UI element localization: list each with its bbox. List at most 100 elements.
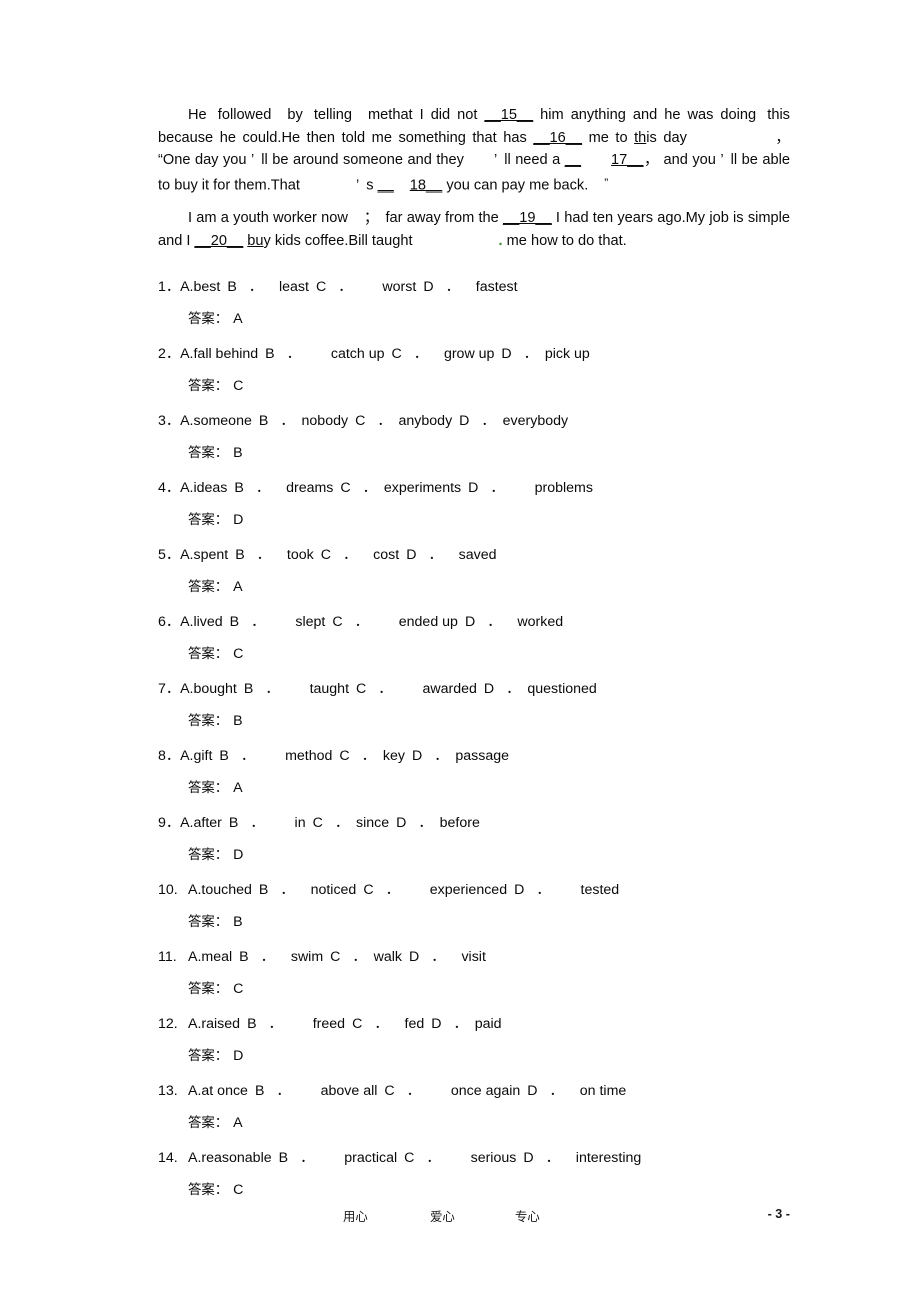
- option-choice[interactable]: D ． interesting: [523, 1150, 641, 1166]
- cloze-blank: 18__: [409, 177, 443, 194]
- question-number: 3．: [158, 413, 181, 430]
- option-choice[interactable]: C ． ended up: [332, 614, 458, 630]
- option-choice[interactable]: C ． awarded: [356, 681, 477, 697]
- option-choice[interactable]: A.reasonable: [188, 1150, 272, 1166]
- option-text: interesting: [575, 1150, 642, 1167]
- option-choice[interactable]: C ． serious: [404, 1150, 516, 1166]
- option-choice[interactable]: D ． saved: [406, 547, 496, 563]
- option-choice[interactable]: B ． took: [235, 547, 314, 563]
- option-choice[interactable]: A.gift: [180, 748, 212, 764]
- option-choice[interactable]: C ． fed: [352, 1016, 424, 1032]
- option-choice[interactable]: C ． key: [339, 748, 405, 764]
- option-separator: ．: [434, 748, 449, 765]
- option-separator: ．: [374, 1016, 389, 1033]
- footer-word-1: 用心: [343, 1209, 368, 1224]
- option-choice[interactable]: D ． passage: [412, 748, 509, 764]
- option-choice[interactable]: B ． nobody: [259, 413, 348, 429]
- option-choice[interactable]: D ． paid: [431, 1016, 501, 1032]
- option-separator: ．: [250, 815, 265, 832]
- option-choice[interactable]: A.ideas: [180, 480, 227, 496]
- option-choice[interactable]: B ． catch up: [265, 346, 384, 362]
- option-text: swim: [290, 949, 324, 966]
- passage-text: y kids coffee.Bill taught: [263, 232, 413, 249]
- option-choice[interactable]: B ． swim: [239, 949, 323, 965]
- option-separator: ．: [300, 1150, 315, 1167]
- option-choice[interactable]: D ． pick up: [501, 346, 589, 362]
- cloze-blank: __: [377, 177, 394, 194]
- question-number: 5．: [158, 547, 181, 564]
- option-choice[interactable]: B ． practical: [279, 1150, 398, 1166]
- option-separator: ．: [248, 279, 263, 296]
- option-text: ideas: [193, 480, 228, 497]
- option-choice[interactable]: A.fall behind: [180, 346, 258, 362]
- question-options-line: 5．A.spent B ． took C ． cost D ． saved: [158, 538, 790, 571]
- option-choice[interactable]: B ． taught: [244, 681, 349, 697]
- option-choice[interactable]: C ． once again: [384, 1083, 520, 1099]
- option-letter: A.: [188, 1150, 202, 1167]
- passage-text: and: [632, 107, 658, 123]
- option-choice[interactable]: D ． everybody: [459, 413, 568, 429]
- option-choice[interactable]: C ． worst: [316, 279, 416, 295]
- option-text: after: [193, 815, 222, 832]
- option-choice[interactable]: A.raised: [188, 1016, 240, 1032]
- option-choice[interactable]: B ． above all: [255, 1083, 377, 1099]
- answer-label: 答案：: [188, 1183, 229, 1199]
- option-choice[interactable]: B ． least: [227, 279, 309, 295]
- passage-text: ，: [772, 129, 790, 146]
- option-choice[interactable]: C ． experienced: [363, 882, 507, 898]
- cloze-blank: __15__: [484, 107, 534, 123]
- option-choice[interactable]: A.bought: [180, 681, 237, 697]
- option-choice[interactable]: C ． experiments: [340, 480, 461, 496]
- option-choice[interactable]: C ． cost: [321, 547, 399, 563]
- option-choice[interactable]: D ． worked: [465, 614, 563, 630]
- option-choice[interactable]: D ． questioned: [484, 681, 597, 697]
- option-choice[interactable]: C ． grow up: [391, 346, 494, 362]
- footer-word-2: 爱心: [430, 1209, 455, 1224]
- page-number: - 3 -: [767, 1207, 790, 1221]
- option-letter: C: [356, 681, 367, 698]
- answer-line: 答案： B: [158, 705, 790, 739]
- option-choice[interactable]: D ． before: [396, 815, 480, 831]
- option-text: passage: [455, 748, 510, 765]
- option-choice[interactable]: D ． tested: [514, 882, 619, 898]
- answer-label: 答案：: [188, 312, 229, 328]
- question-number: 7．: [158, 681, 181, 698]
- option-letter: A.: [180, 346, 194, 363]
- option-choice[interactable]: A.someone: [180, 413, 252, 429]
- option-choice[interactable]: B ． slept: [230, 614, 326, 630]
- option-choice[interactable]: A.best: [180, 279, 220, 295]
- option-choice[interactable]: A.at once: [188, 1083, 248, 1099]
- option-choice[interactable]: D ． visit: [409, 949, 486, 965]
- option-letter: B: [254, 1083, 265, 1100]
- option-choice[interactable]: C ． walk: [330, 949, 402, 965]
- option-choice[interactable]: C ． since: [313, 815, 390, 831]
- option-choice[interactable]: C ． anybody: [355, 413, 452, 429]
- option-letter: B: [228, 815, 239, 832]
- option-choice[interactable]: A.meal: [188, 949, 232, 965]
- option-text: nobody: [301, 413, 349, 430]
- option-separator: ．: [251, 614, 266, 631]
- option-letter: A.: [180, 547, 194, 564]
- option-choice[interactable]: B ． freed: [247, 1016, 345, 1032]
- option-text: experiments: [383, 480, 462, 497]
- option-choice[interactable]: D ． on time: [527, 1083, 626, 1099]
- option-choice[interactable]: B ． method: [219, 748, 332, 764]
- option-choice[interactable]: B ． noticed: [259, 882, 356, 898]
- option-letter: D: [459, 413, 470, 430]
- option-choice[interactable]: A.after: [180, 815, 222, 831]
- option-choice[interactable]: B ． in: [229, 815, 306, 831]
- option-choice[interactable]: D ． fastest: [423, 279, 517, 295]
- option-choice[interactable]: D ． problems: [468, 480, 593, 496]
- passage-text: ，: [643, 152, 660, 169]
- option-separator: ．: [265, 681, 280, 698]
- answer-label: 答案：: [188, 781, 229, 797]
- option-letter: C: [332, 614, 343, 631]
- option-choice[interactable]: A.spent: [180, 547, 228, 563]
- option-choice[interactable]: A.lived: [180, 614, 223, 630]
- option-choice[interactable]: A.touched: [188, 882, 252, 898]
- option-choice[interactable]: B ． dreams: [234, 480, 333, 496]
- option-separator: ．: [352, 949, 367, 966]
- passage-text: and you: [659, 152, 721, 169]
- option-text: awarded: [422, 681, 477, 698]
- answer-label: 答案：: [188, 1049, 229, 1065]
